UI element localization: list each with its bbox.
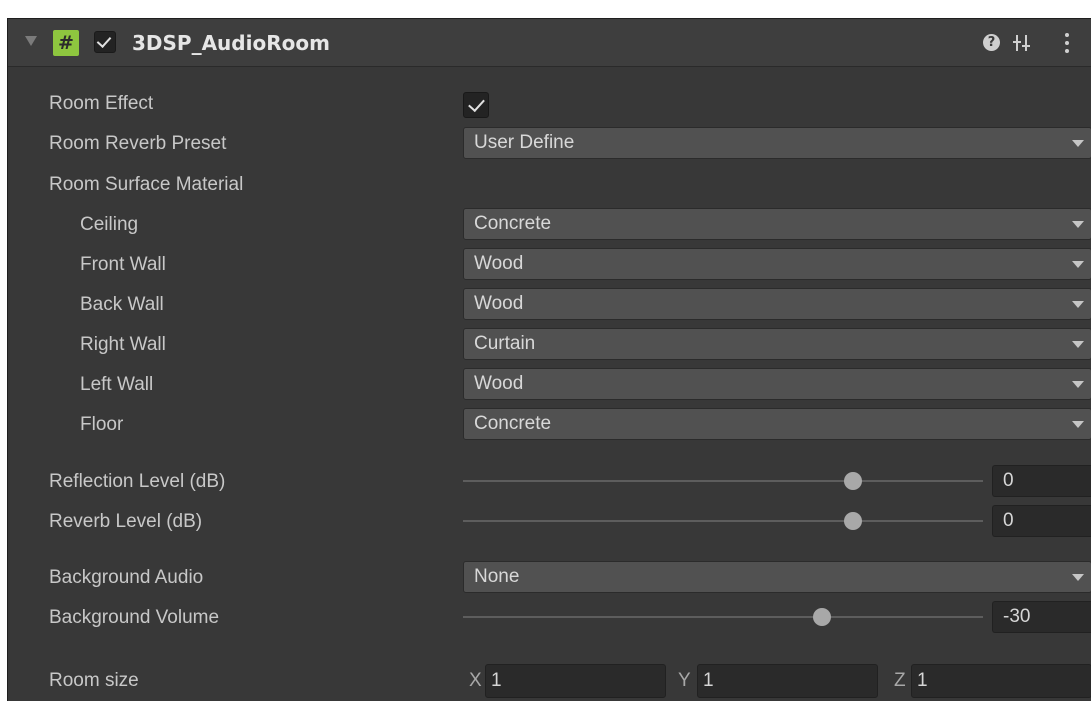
left-wall-value: Wood — [474, 373, 524, 394]
room-size-label: Room size — [49, 670, 139, 691]
left-wall-dropdown[interactable]: Wood — [463, 368, 1091, 400]
ceiling-label: Ceiling — [80, 214, 139, 235]
help-icon[interactable]: ? — [983, 34, 1000, 51]
slider-track — [463, 616, 983, 618]
ceiling-dropdown[interactable]: Concrete — [463, 208, 1091, 240]
slider-track — [463, 480, 983, 482]
room-size-x-value: 1 — [491, 670, 502, 691]
background-volume-value: -30 — [1003, 606, 1031, 627]
right-wall-value: Curtain — [474, 333, 536, 354]
inspector-frame: # 3DSP_AudioRoom ? Room Effect Room Reve… — [0, 0, 1091, 701]
room-size-x-field[interactable]: 1 — [485, 664, 666, 698]
back-wall-dropdown[interactable]: Wood — [463, 288, 1091, 320]
background-volume-slider[interactable] — [463, 601, 983, 633]
slider-track — [463, 520, 983, 522]
right-wall-dropdown[interactable]: Curtain — [463, 328, 1091, 360]
checkmark-icon — [468, 94, 485, 113]
reverb-level-value: 0 — [1003, 510, 1014, 531]
reflection-level-field[interactable]: 0 — [992, 465, 1091, 497]
room-reverb-preset-dropdown[interactable]: User Define — [463, 127, 1091, 159]
room-size-x-label: X — [469, 670, 482, 691]
chevron-down-icon — [1072, 421, 1084, 428]
front-wall-value: Wood — [474, 253, 524, 274]
room-effect-checkbox[interactable] — [463, 92, 489, 118]
chevron-down-icon — [1072, 341, 1084, 348]
back-wall-value: Wood — [474, 293, 524, 314]
room-effect-label: Room Effect — [49, 93, 154, 114]
room-size-z-field[interactable]: 1 — [911, 664, 1091, 698]
room-reverb-preset-label: Room Reverb Preset — [49, 133, 227, 154]
chevron-down-icon — [1072, 140, 1084, 147]
chevron-down-icon — [1072, 301, 1084, 308]
reflection-level-slider[interactable] — [463, 465, 983, 497]
reflection-level-value: 0 — [1003, 470, 1014, 491]
component-title: 3DSP_AudioRoom — [132, 31, 330, 55]
background-volume-label: Background Volume — [49, 607, 220, 628]
chevron-down-icon — [1072, 381, 1084, 388]
context-menu-icon[interactable] — [1063, 32, 1071, 54]
front-wall-label: Front Wall — [80, 254, 166, 275]
right-wall-label: Right Wall — [80, 334, 166, 355]
component-header[interactable]: # 3DSP_AudioRoom ? — [8, 19, 1091, 67]
background-audio-value: None — [474, 566, 520, 587]
floor-label: Floor — [80, 414, 124, 435]
room-surface-material-label: Room Surface Material — [49, 174, 244, 195]
component-enabled-checkbox[interactable] — [94, 31, 116, 53]
room-size-y-label: Y — [678, 670, 691, 691]
foldout-arrow-icon[interactable] — [25, 36, 37, 46]
room-reverb-preset-value: User Define — [474, 132, 575, 153]
background-audio-dropdown[interactable]: None — [463, 561, 1091, 593]
reflection-level-label: Reflection Level (dB) — [49, 471, 226, 492]
background-audio-label: Background Audio — [49, 567, 204, 588]
floor-dropdown[interactable]: Concrete — [463, 408, 1091, 440]
chevron-down-icon — [1072, 574, 1084, 581]
slider-thumb[interactable] — [812, 608, 831, 626]
chevron-down-icon — [1072, 221, 1084, 228]
audio-room-component-panel: # 3DSP_AudioRoom ? Room Effect Room Reve… — [7, 18, 1091, 701]
back-wall-label: Back Wall — [80, 294, 164, 315]
ceiling-value: Concrete — [474, 213, 552, 234]
reverb-level-label: Reverb Level (dB) — [49, 511, 203, 532]
reverb-level-slider[interactable] — [463, 505, 983, 537]
background-volume-field[interactable]: -30 — [992, 601, 1091, 633]
checkmark-icon — [96, 32, 112, 49]
presets-icon[interactable] — [1012, 33, 1032, 53]
script-hash-icon: # — [53, 30, 79, 56]
room-size-y-field[interactable]: 1 — [697, 664, 878, 698]
slider-thumb[interactable] — [844, 472, 862, 490]
room-size-z-label: Z — [894, 670, 906, 691]
left-wall-label: Left Wall — [80, 374, 154, 395]
room-size-y-value: 1 — [703, 670, 714, 691]
chevron-down-icon — [1072, 261, 1084, 268]
floor-value: Concrete — [474, 413, 552, 434]
room-size-z-value: 1 — [917, 670, 928, 691]
front-wall-dropdown[interactable]: Wood — [463, 248, 1091, 280]
slider-thumb[interactable] — [844, 512, 862, 530]
reverb-level-field[interactable]: 0 — [992, 505, 1091, 537]
